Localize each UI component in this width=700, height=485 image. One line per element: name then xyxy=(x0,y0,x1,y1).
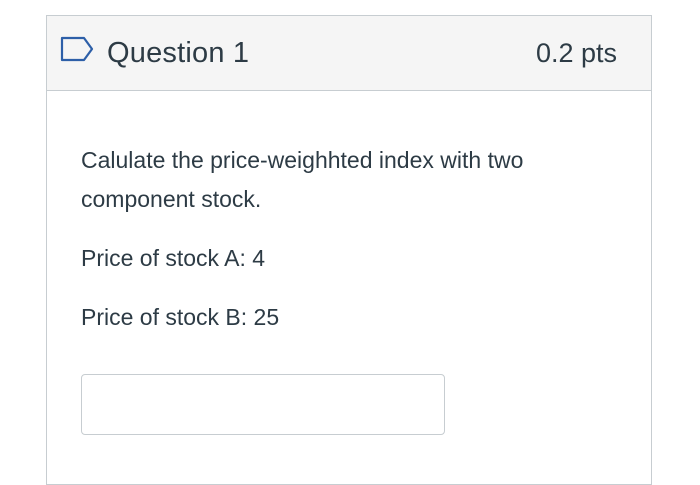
question-card: Question 1 0.2 pts Calulate the price-we… xyxy=(46,15,652,485)
question-points: 0.2 pts xyxy=(535,38,617,68)
question-text: Calulate the price-weighhted index with … xyxy=(81,141,621,219)
answer-input[interactable] xyxy=(81,374,445,435)
question-header: Question 1 0.2 pts xyxy=(47,16,651,91)
flag-question-icon[interactable] xyxy=(60,36,94,62)
stock-a-price-text: Price of stock A: 4 xyxy=(81,245,266,271)
question-body: Calulate the price-weighhted index with … xyxy=(81,147,524,212)
question-title: Question 1 xyxy=(107,37,250,69)
stock-b-price-text: Price of stock B: 25 xyxy=(81,304,280,330)
